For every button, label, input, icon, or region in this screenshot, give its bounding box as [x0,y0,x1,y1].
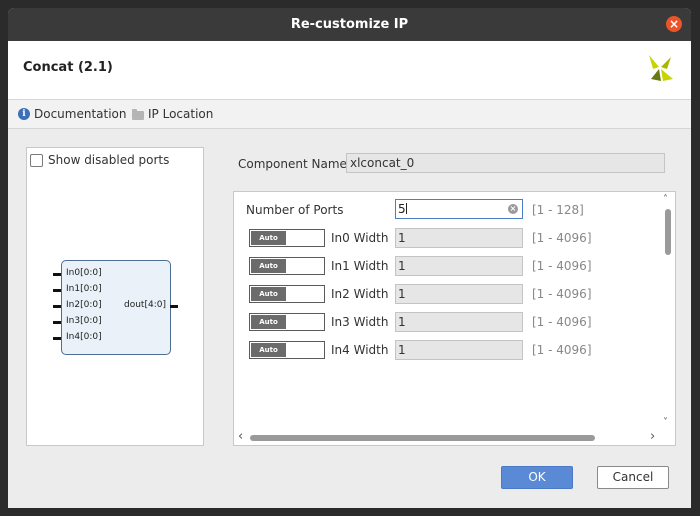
ip-title: Concat (2.1) [23,60,113,75]
show-disabled-ports-checkbox[interactable]: Show disabled ports [30,153,169,167]
scroll-up-icon[interactable]: ˄ [663,195,668,205]
title-bar: Re-customize IP × [8,8,691,41]
number-of-ports-range: [1 - 128] [532,203,584,217]
vertical-scrollbar[interactable]: ˄ ˅ [661,192,675,430]
in1-width-field[interactable]: 1 [395,256,523,276]
input-port-label: In4[0:0] [66,332,102,342]
checkbox-box[interactable] [30,153,43,167]
documentation-link[interactable]: i Documentation [18,107,127,121]
input-port-label: In0[0:0] [66,268,102,278]
in0-width-label: In0 Width [331,231,389,245]
input-port-label: In2[0:0] [66,300,102,310]
input-port-label: In3[0:0] [66,316,102,326]
in3-width-field[interactable]: 1 [395,312,523,332]
ip-header: Concat (2.1) [8,41,691,100]
close-icon[interactable]: × [666,16,682,32]
ip-location-link[interactable]: IP Location [132,107,213,121]
scroll-left-icon[interactable]: ‹ [238,430,243,443]
in3-width-range: [1 - 4096] [532,315,592,329]
window-title: Re-customize IP [290,17,409,32]
output-port-label: dout[4:0] [124,300,166,310]
in0-width-range: [1 - 4096] [532,231,592,245]
link-bar: i Documentation IP Location [8,100,691,129]
number-of-ports-value: 5 [398,202,406,216]
xilinx-logo [649,55,673,81]
cancel-button[interactable]: Cancel [597,466,669,489]
number-of-ports-label: Number of Ports [246,203,344,217]
ip-symbol-panel: Show disabled ports In0[0:0] In1[0:0] In… [26,147,204,446]
auto-knob: Auto [251,231,286,245]
in0-width-field[interactable]: 1 [395,228,523,248]
input-pin [53,289,61,292]
in2-width-range: [1 - 4096] [532,287,592,301]
auto-knob: Auto [251,287,286,301]
auto-knob: Auto [251,315,286,329]
in2-width-label: In2 Width [331,287,389,301]
re-customize-ip-dialog: Re-customize IP × Concat (2.1) i Documen… [8,8,691,508]
in3-auto-toggle[interactable]: Auto [249,313,325,331]
ip-location-label: IP Location [148,107,214,121]
folder-icon [132,108,144,120]
text-caret [405,203,407,214]
input-pin [53,337,61,340]
input-port-label: In1[0:0] [66,284,102,294]
input-pin [53,305,61,308]
in2-width-field[interactable]: 1 [395,284,523,304]
in1-width-range: [1 - 4096] [532,259,592,273]
component-name-field[interactable]: xlconcat_0 [346,153,665,173]
in1-width-label: In1 Width [331,259,389,273]
info-icon: i [18,108,30,120]
horizontal-scrollbar[interactable]: ‹ › [234,430,661,445]
horizontal-scroll-thumb[interactable] [250,435,595,441]
in0-auto-toggle[interactable]: Auto [249,229,325,247]
ok-button[interactable]: OK [501,466,573,489]
scroll-down-icon[interactable]: ˅ [663,418,668,428]
component-name-label: Component Name [238,157,347,171]
parameters-panel: Number of Ports 5 × [1 - 128] Auto In0 Wi… [233,191,676,446]
auto-knob: Auto [251,343,286,357]
input-pin [53,321,61,324]
in4-width-field[interactable]: 1 [395,340,523,360]
in3-width-label: In3 Width [331,315,389,329]
in4-width-range: [1 - 4096] [532,343,592,357]
input-pin [53,273,61,276]
number-of-ports-input[interactable]: 5 × [395,199,523,219]
show-disabled-ports-label: Show disabled ports [48,153,170,167]
in1-auto-toggle[interactable]: Auto [249,257,325,275]
in4-width-label: In4 Width [331,343,389,357]
documentation-label: Documentation [34,107,127,121]
auto-knob: Auto [251,259,286,273]
clear-icon[interactable]: × [508,204,518,214]
scroll-right-icon[interactable]: › [650,430,655,443]
output-pin [170,305,178,308]
in4-auto-toggle[interactable]: Auto [249,341,325,359]
in2-auto-toggle[interactable]: Auto [249,285,325,303]
vertical-scroll-thumb[interactable] [665,209,671,255]
